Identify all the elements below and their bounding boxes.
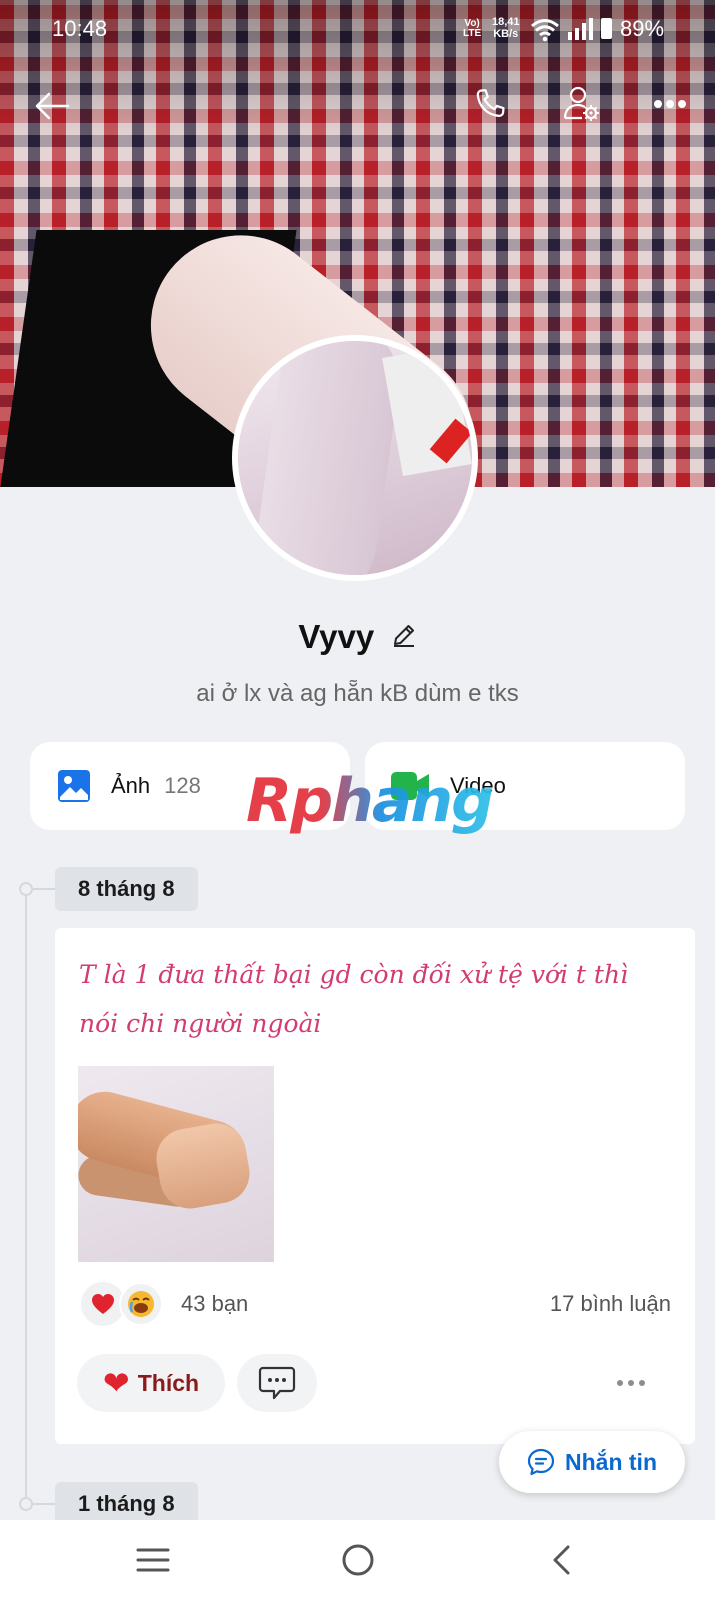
nav-back-button[interactable]	[537, 1538, 587, 1582]
reactions-count: 43 bạn	[181, 1291, 249, 1316]
nav-recents-button[interactable]	[128, 1538, 178, 1582]
circle-home-icon	[342, 1544, 374, 1576]
like-button[interactable]: ❤ Thích	[77, 1354, 225, 1412]
reactions-row[interactable]: 43 bạn 17 bình luận	[81, 1280, 671, 1328]
speed-value: 18,41	[492, 16, 520, 28]
image-icon	[58, 770, 90, 802]
post-image[interactable]	[78, 1066, 274, 1262]
pencil-icon	[393, 624, 414, 647]
battery-percent: 89%	[620, 16, 665, 41]
wifi-icon	[531, 19, 559, 42]
profile-bio: ai ở lx và ag hẵn kB dùm e tks	[196, 680, 519, 707]
speed-unit: KB/s	[493, 28, 519, 40]
send-message-button[interactable]: Nhắn tin	[499, 1431, 685, 1493]
message-label: Nhắn tin	[565, 1448, 657, 1475]
heart-icon: ❤	[102, 1365, 130, 1401]
comment-button[interactable]	[237, 1354, 317, 1412]
like-label: Thích	[137, 1369, 200, 1396]
network-bottom: LTE	[463, 28, 482, 39]
nav-home-button[interactable]	[333, 1538, 383, 1582]
comment-icon	[258, 1366, 296, 1400]
timeline-connector	[31, 1503, 57, 1505]
user-settings-icon	[563, 86, 599, 121]
comments-count[interactable]: 17 bình luận	[550, 1291, 671, 1317]
avatar-subject	[249, 341, 407, 575]
profile-name-row: Vyvy	[0, 618, 715, 656]
signal-icon	[568, 18, 593, 40]
more-options-button[interactable]	[648, 86, 692, 122]
dot-icon	[639, 1380, 645, 1386]
edit-name-button[interactable]	[391, 622, 417, 653]
post-card: T là 1 đưa thất bại gd còn đối xử tệ với…	[55, 928, 695, 1444]
profile-name: Vyvy	[298, 618, 375, 655]
more-horizontal-icon	[654, 100, 686, 108]
network-speed: 18,41 KB/s	[492, 16, 520, 40]
system-nav-bar	[0, 1520, 715, 1600]
network-type: Vo) LTE	[463, 19, 481, 39]
post-text: T là 1 đưa thất bại gd còn đối xử tệ với…	[79, 960, 629, 1038]
battery-icon	[601, 18, 612, 39]
dot-icon	[617, 1380, 623, 1386]
timeline-connector	[31, 888, 57, 890]
crying-face-icon	[128, 1291, 154, 1317]
sad-reaction-icon	[119, 1282, 163, 1326]
avatar[interactable]	[232, 335, 478, 581]
chevron-left-icon	[553, 1545, 570, 1575]
status-time: 10:48	[52, 16, 108, 41]
status-bar: 10:48 Vo) LTE 18,41 KB/s 89%	[0, 0, 715, 62]
arrow-left-icon	[35, 92, 70, 120]
post-more-button[interactable]	[611, 1368, 651, 1398]
message-icon	[527, 1448, 555, 1476]
phone-icon	[476, 89, 505, 117]
timeline-line	[25, 890, 27, 1510]
profile-settings-button[interactable]	[560, 82, 604, 126]
date-chip: 8 tháng 8	[55, 867, 198, 911]
heart-icon	[92, 1294, 114, 1314]
menu-lines-icon	[136, 1548, 170, 1572]
dot-icon	[628, 1380, 634, 1386]
photos-count: 128	[164, 773, 201, 798]
watermark-logo: Rphang	[246, 766, 494, 836]
call-button[interactable]	[468, 82, 512, 126]
photos-label: Ảnh	[111, 773, 151, 798]
back-button[interactable]	[30, 84, 74, 128]
